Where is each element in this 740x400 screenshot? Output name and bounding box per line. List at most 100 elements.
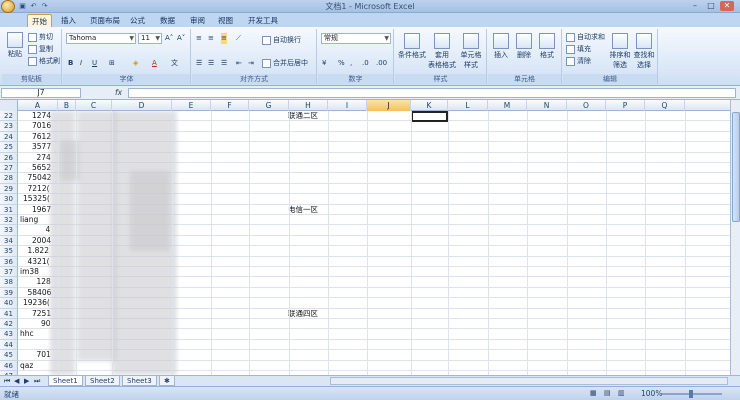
cell-a[interactable]: 128 [37, 277, 51, 287]
tab-review[interactable]: 审阅 [186, 14, 209, 27]
cut-button[interactable]: 剪切 [28, 32, 53, 42]
row-header[interactable]: 33 [0, 225, 18, 236]
decrease-indent-button[interactable]: ⇤ [236, 58, 242, 69]
cell-a[interactable]: liang [20, 215, 38, 225]
number-format-select[interactable]: 常规 ▼ [321, 33, 391, 44]
cell-a[interactable]: 7251 [32, 309, 51, 319]
phonetic-button[interactable]: 文 [171, 58, 178, 69]
cell-a[interactable]: 1274 [32, 111, 51, 121]
column-header-a[interactable]: A [18, 100, 58, 111]
italic-button[interactable]: I [80, 58, 82, 69]
cell-a[interactable]: 2004 [32, 236, 51, 246]
cell-a[interactable]: 75042 [28, 173, 52, 183]
row-header[interactable]: 25 [0, 142, 18, 153]
formula-input[interactable] [128, 88, 736, 98]
tab-home[interactable]: 开始 [27, 14, 52, 27]
align-center-button[interactable]: ☰ [208, 58, 214, 69]
find-select-button[interactable]: 查找和 选择 [633, 33, 655, 70]
prev-sheet-icon[interactable]: ◀ [14, 376, 19, 386]
cell-a[interactable]: qaz [20, 361, 33, 371]
horizontal-scrollbar[interactable] [330, 377, 728, 385]
cell-a[interactable]: 1967 [32, 205, 51, 215]
row-header[interactable]: 37 [0, 267, 18, 278]
insert-function-icon[interactable]: fx [115, 88, 125, 98]
paste-button[interactable]: 粘贴 [5, 32, 25, 59]
row-header[interactable]: 30 [0, 194, 18, 205]
worksheet-grid[interactable]: 22 1274 联通二区 23 7016 24 7612 25 3577 26 274 27 5652 2… [0, 111, 730, 375]
column-header-o[interactable]: O [567, 100, 606, 111]
close-icon[interactable]: ✕ [720, 1, 734, 11]
cell-g[interactable]: 电信一区 [288, 205, 318, 215]
last-sheet-icon[interactable]: ⏭ [34, 376, 40, 386]
row-header[interactable]: 27 [0, 163, 18, 174]
active-cell[interactable] [411, 111, 448, 122]
column-header-i[interactable]: I [328, 100, 367, 111]
row-header[interactable]: 32 [0, 215, 18, 226]
row-header[interactable]: 38 [0, 277, 18, 288]
align-right-button[interactable]: ☰ [221, 58, 227, 69]
cell-a[interactable]: 701 [37, 350, 51, 360]
scroll-thumb[interactable] [732, 112, 740, 222]
row-header[interactable]: 24 [0, 131, 18, 143]
column-header-b[interactable]: B [58, 100, 76, 111]
wrap-text-button[interactable]: 自动换行 [262, 35, 301, 45]
select-all-button[interactable] [0, 100, 18, 111]
row-header[interactable]: 34 [0, 235, 18, 247]
sheet-tab-2[interactable]: Sheet2 [85, 376, 120, 386]
comma-button[interactable]: , [350, 58, 352, 69]
format-cells-button[interactable]: 格式 [537, 33, 557, 60]
row-header[interactable]: 22 [0, 111, 18, 122]
tab-insert[interactable]: 插入 [57, 14, 80, 27]
page-break-view-icon[interactable]: ▥ [618, 388, 625, 399]
conditional-format-button[interactable]: 条件格式 [397, 33, 427, 60]
cell-g[interactable]: 联通二区 [288, 111, 318, 121]
row-header[interactable]: 31 [0, 204, 18, 215]
cell-a[interactable]: 58406 [28, 288, 52, 298]
row-header[interactable]: 28 [0, 173, 18, 184]
insert-cells-button[interactable]: 插入 [491, 33, 511, 60]
normal-view-icon[interactable]: ▦ [590, 388, 597, 399]
row-header[interactable]: 29 [0, 183, 18, 195]
copy-button[interactable]: 复制 [28, 44, 53, 54]
cell-g[interactable]: 联通四区 [288, 309, 318, 319]
row-header[interactable]: 41 [0, 308, 18, 319]
fill-color-button[interactable]: ◈ [133, 58, 138, 69]
fill-button[interactable]: 填充 [566, 44, 591, 54]
row-header[interactable]: 36 [0, 256, 18, 267]
font-name-select[interactable]: Tahoma ▼ [66, 33, 136, 44]
cell-a[interactable]: 3577 [32, 142, 51, 152]
row-header[interactable]: 44 [0, 339, 18, 351]
zoom-level[interactable]: 100% [641, 389, 662, 398]
row-header[interactable]: 46 [0, 360, 18, 371]
cell-a[interactable]: 7016 [32, 121, 51, 131]
sheet-tab-1[interactable]: Sheet1 [48, 376, 83, 386]
tab-page-layout[interactable]: 页面布局 [86, 14, 124, 27]
column-header-j[interactable]: J [367, 100, 411, 111]
percent-button[interactable]: % [338, 58, 345, 69]
column-header-g[interactable]: G [249, 100, 289, 111]
column-header-e[interactable]: E [172, 100, 211, 111]
cell-a[interactable]: hhc [20, 329, 34, 339]
clear-button[interactable]: 清除 [566, 56, 591, 66]
bold-button[interactable]: B [68, 58, 73, 69]
column-header-f[interactable]: F [211, 100, 249, 111]
tab-developer[interactable]: 开发工具 [244, 14, 282, 27]
column-header-l[interactable]: L [448, 100, 488, 111]
decrease-decimal-button[interactable]: .00 [376, 58, 387, 69]
align-middle-button[interactable]: ≡ [208, 33, 214, 44]
maximize-icon[interactable]: □ [704, 1, 718, 11]
format-painter-button[interactable]: 格式刷 [28, 56, 60, 66]
cell-a[interactable]: 5652 [32, 163, 51, 173]
column-header-m[interactable]: M [488, 100, 527, 111]
cell-a[interactable]: 7612 [32, 132, 51, 142]
column-header-k[interactable]: K [411, 100, 448, 111]
row-header[interactable]: 43 [0, 329, 18, 340]
orientation-button[interactable]: ⟋ [236, 33, 241, 44]
shrink-font-button[interactable]: A˅ [177, 33, 185, 44]
column-header-p[interactable]: P [606, 100, 645, 111]
borders-button[interactable]: ⊞ [109, 58, 115, 69]
currency-button[interactable]: ¥ [322, 58, 326, 69]
column-header-h[interactable]: H [289, 100, 328, 111]
next-sheet-icon[interactable]: ▶ [24, 376, 29, 386]
delete-cells-button[interactable]: 删除 [514, 33, 534, 60]
